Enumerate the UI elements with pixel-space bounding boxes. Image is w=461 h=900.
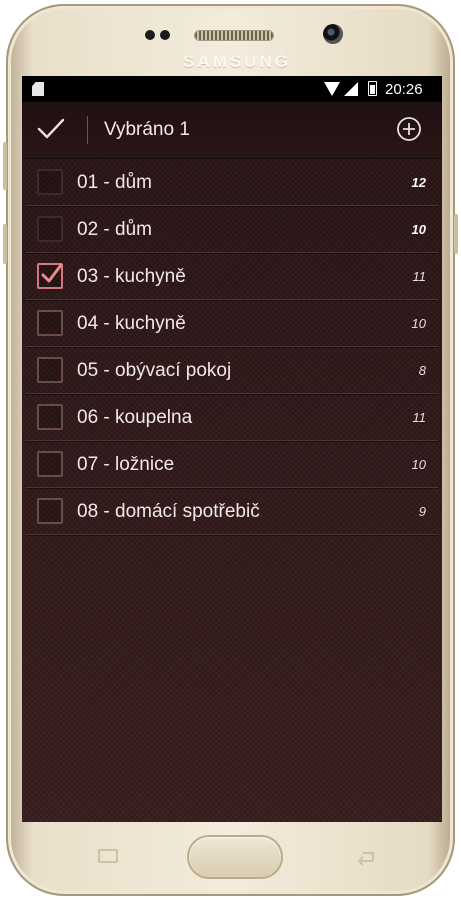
item-count: 10: [411, 222, 426, 237]
item-count: 11: [412, 269, 427, 284]
list-item[interactable]: 05 - obývací pokoj 8: [26, 347, 438, 394]
volume-button: [3, 142, 7, 190]
list-item[interactable]: 06 - koupelna 11: [26, 394, 438, 441]
item-checkbox[interactable]: [37, 169, 63, 195]
item-checkbox[interactable]: [37, 498, 63, 524]
item-label: 01 - dům: [77, 172, 152, 193]
item-checkbox[interactable]: [37, 216, 63, 242]
proximity-sensor: [145, 30, 155, 40]
sd-card-icon: [32, 82, 44, 96]
item-count: 10: [411, 457, 426, 472]
item-count: 12: [411, 175, 426, 190]
item-count: 9: [418, 504, 426, 519]
home-button[interactable]: [189, 837, 281, 877]
front-camera: [323, 24, 343, 44]
item-checkbox[interactable]: [37, 263, 63, 289]
item-label: 08 - domácí spotřebič: [77, 501, 260, 522]
item-checkbox[interactable]: [37, 404, 63, 430]
list-item[interactable]: 08 - domácí spotřebič 9: [26, 488, 438, 535]
light-sensor: [160, 30, 170, 40]
screen: 20:26 Vybráno 1 01 - dům 12 02 - dům 10 03 -…: [22, 76, 442, 822]
item-label: 03 - kuchyně: [77, 266, 186, 287]
brand-logo: SAMSUNG: [183, 52, 291, 71]
check-icon[interactable]: [36, 114, 66, 144]
item-count: 8: [418, 363, 426, 378]
item-checkbox[interactable]: [37, 451, 63, 477]
item-label: 04 - kuchyně: [77, 313, 186, 334]
item-count: 11: [412, 410, 427, 425]
item-count: 10: [411, 316, 426, 331]
list-item[interactable]: 02 - dům 10: [26, 206, 438, 253]
item-checkbox[interactable]: [37, 310, 63, 336]
side-key: [454, 214, 458, 254]
list-item[interactable]: 04 - kuchyně 10: [26, 300, 438, 347]
action-bar-divider: [87, 116, 88, 144]
battery-icon: [368, 81, 377, 96]
signal-icon: [344, 82, 358, 96]
list-item[interactable]: 01 - dům 12: [26, 159, 438, 206]
category-list: 01 - dům 12 02 - dům 10 03 - kuchyně 11 04 - k…: [22, 159, 442, 535]
status-time: 20:26: [385, 81, 423, 98]
recent-apps-key[interactable]: [98, 849, 118, 863]
list-item[interactable]: 03 - kuchyně 11: [26, 253, 438, 300]
checkmark-icon: [41, 263, 63, 283]
item-label: 05 - obývací pokoj: [77, 360, 232, 381]
selection-title: Vybráno 1: [104, 119, 190, 140]
item-label: 06 - koupelna: [77, 407, 193, 428]
back-key-icon[interactable]: [351, 847, 377, 867]
action-bar: Vybráno 1: [22, 102, 442, 159]
list-item[interactable]: 07 - ložnice 10: [26, 441, 438, 488]
add-circle-icon[interactable]: [396, 116, 422, 142]
wifi-icon: [324, 82, 340, 96]
item-checkbox[interactable]: [37, 357, 63, 383]
item-label: 07 - ložnice: [77, 454, 175, 475]
item-label: 02 - dům: [77, 219, 152, 240]
status-bar: 20:26: [22, 76, 442, 102]
power-button: [3, 224, 7, 264]
earpiece-speaker: [195, 31, 273, 40]
